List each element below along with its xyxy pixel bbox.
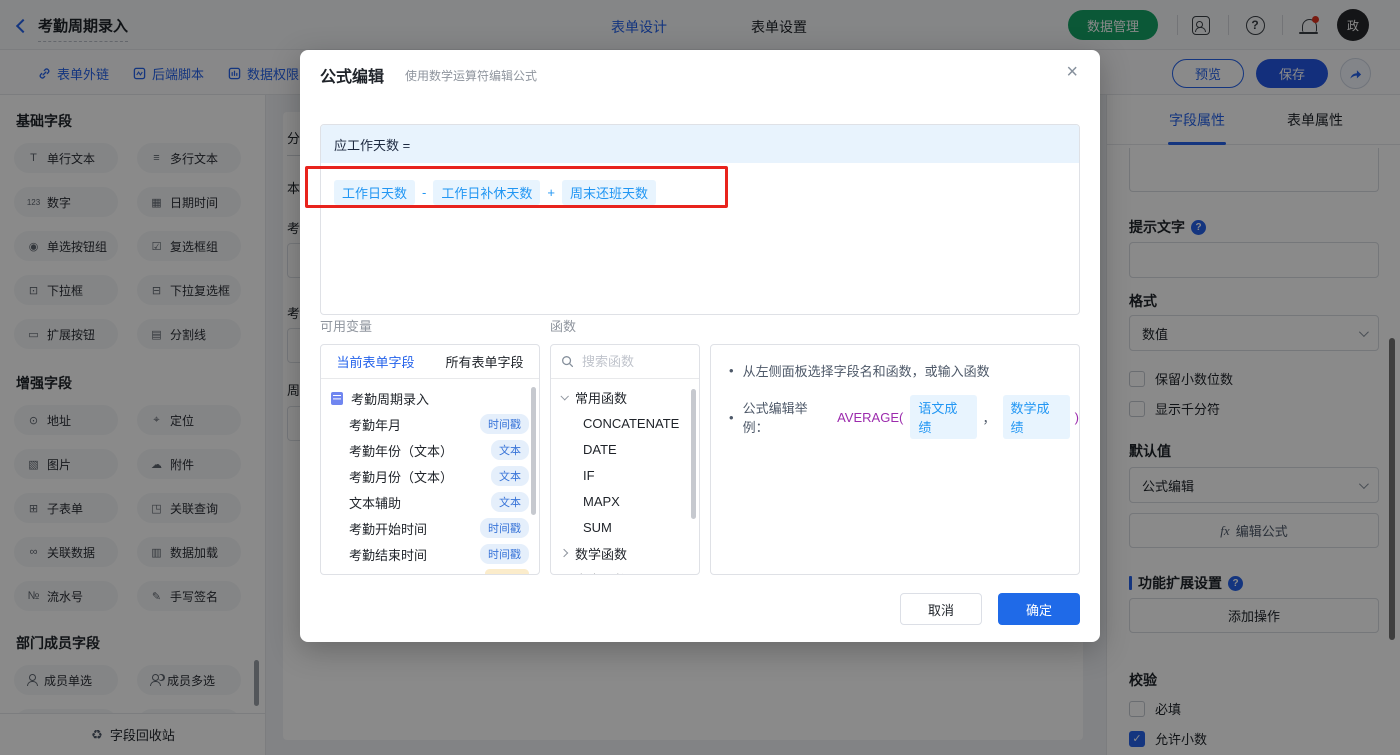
function-search — [551, 345, 699, 379]
form-doc-icon — [331, 391, 343, 405]
type-badge: 时间戳 — [480, 544, 529, 564]
formula-operator: - — [422, 185, 427, 200]
function-group-text[interactable]: 文本函数 — [551, 566, 699, 575]
function-item[interactable]: IF — [551, 462, 699, 488]
variable-item[interactable]: 考勤年份（文本） 文本 — [321, 437, 539, 463]
modal-subtitle: 使用数学运算符编辑公式 — [405, 69, 538, 83]
function-item[interactable]: DATE — [551, 436, 699, 462]
formula-field-token[interactable]: 周末还班天数 — [561, 180, 656, 205]
type-badge: 文本 — [491, 440, 529, 460]
hints-panel: • 从左侧面板选择字段名和函数，或输入函数 • 公式编辑举例： AVERAGE(… — [710, 344, 1080, 575]
formula-expression[interactable]: 工作日天数 - 工作日补休天数 + 周末还班天数 — [321, 163, 1079, 222]
variable-tree-root[interactable]: 考勤周期录入 — [321, 385, 539, 411]
example-arg-chip: 语文成绩 — [910, 395, 978, 439]
functions-label: 函数 — [550, 319, 577, 334]
tab-current-form-fields[interactable]: 当前表单字段 — [321, 352, 430, 371]
chevron-down-icon — [560, 392, 569, 401]
formula-editor-box: 应工作天数 = 工作日天数 - 工作日补休天数 + 周末还班天数 — [320, 124, 1080, 315]
formula-field-token[interactable]: 工作日补休天数 — [433, 180, 541, 205]
variable-item[interactable]: 文本辅助 文本 — [321, 489, 539, 515]
type-badge: 文本 — [491, 466, 529, 486]
variables-label: 可用变量 — [320, 319, 373, 334]
search-icon — [562, 356, 574, 368]
tab-all-form-fields[interactable]: 所有表单字段 — [430, 352, 539, 371]
chevron-right-icon — [559, 548, 569, 558]
example-function-name: AVERAGE( — [837, 409, 904, 425]
close-icon[interactable]: × — [1066, 62, 1078, 82]
variables-scrollbar[interactable] — [531, 387, 536, 515]
formula-field-token[interactable]: 工作日天数 — [334, 180, 416, 205]
type-badge: 时间戳 — [480, 518, 529, 538]
function-item[interactable]: MAPX — [551, 488, 699, 514]
confirm-button[interactable]: 确定 — [998, 593, 1080, 625]
variable-item[interactable]: 考勤月份（文本） 文本 — [321, 463, 539, 489]
modal-title: 公式编辑 — [320, 69, 385, 86]
hint-line-1: • 从左侧面板选择字段名和函数，或输入函数 — [729, 363, 990, 379]
formula-editor-modal: 公式编辑 使用数学运算符编辑公式 × 应工作天数 = 工作日天数 - 工作日补休… — [300, 50, 1100, 642]
functions-scrollbar[interactable] — [691, 389, 696, 519]
functions-panel: 常用函数 CONCATENATE DATE IF MAPX SUM 数学函数 文… — [550, 344, 700, 575]
function-item[interactable]: CONCATENATE — [551, 410, 699, 436]
type-badge: 文本 — [491, 492, 529, 512]
cancel-button[interactable]: 取消 — [900, 593, 982, 625]
app-root: 考勤周期录入 表单设计 表单设置 数据管理 ? 政 表单外链 后端脚本 数据权限… — [0, 0, 1400, 755]
function-search-input[interactable] — [582, 354, 682, 369]
example-close-paren: ) — [1074, 409, 1080, 425]
variable-item[interactable]: 考勤开始时间 时间戳 — [321, 515, 539, 541]
example-arg-chip: 数学成绩 — [1002, 395, 1070, 439]
function-group-math[interactable]: 数学函数 — [551, 540, 699, 566]
variables-panel: 当前表单字段 所有表单字段 考勤周期录入 考勤年月 时间戳 考勤年份（文本） 文… — [320, 344, 540, 575]
formula-target: 应工作天数 = — [321, 125, 1079, 163]
hint-line-2: • 公式编辑举例： AVERAGE( 语文成绩 ， 数学成绩 ) — [711, 395, 1079, 439]
variable-item[interactable]: 考勤年月 时间戳 — [321, 411, 539, 437]
function-item[interactable]: SUM — [551, 514, 699, 540]
type-badge: 时间戳 — [480, 414, 529, 434]
partial-badge — [485, 569, 529, 574]
function-group-common[interactable]: 常用函数 — [551, 384, 699, 410]
variables-tabs: 当前表单字段 所有表单字段 — [321, 345, 539, 379]
formula-operator: + — [547, 185, 555, 200]
variable-item[interactable]: 考勤结束时间 时间戳 — [321, 541, 539, 567]
